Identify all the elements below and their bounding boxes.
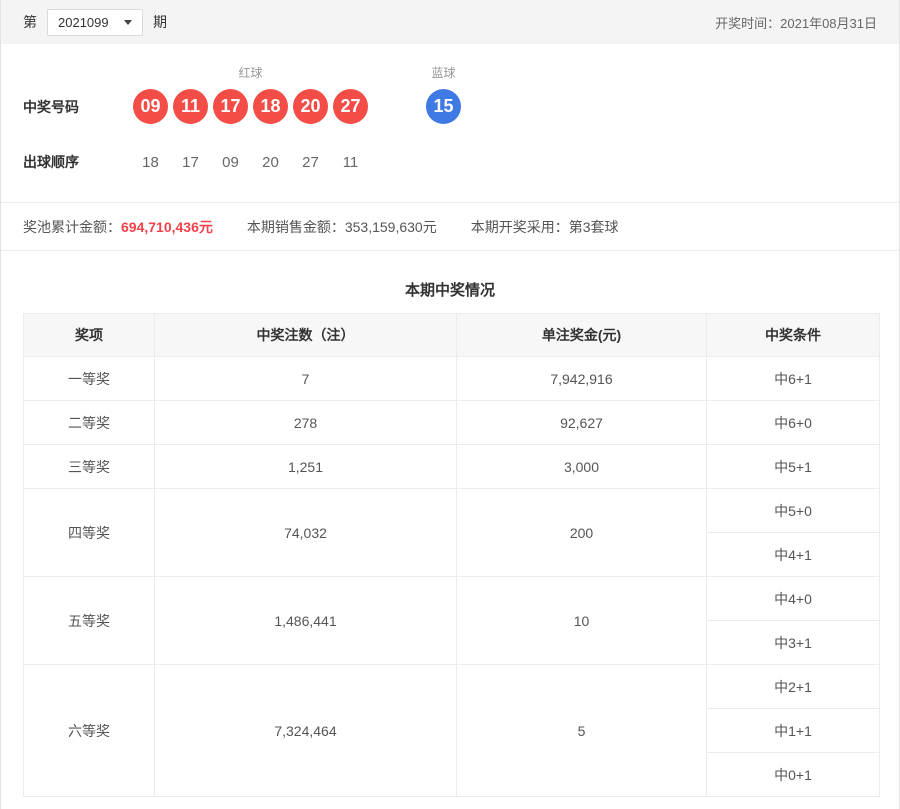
draw-order-label: 出球顺序	[23, 152, 133, 172]
count-cell: 7	[155, 357, 457, 401]
period-prefix-label: 第	[23, 12, 37, 32]
condition-cell: 中4+1	[707, 533, 880, 577]
draw-order-number: 17	[173, 154, 208, 171]
red-ball: 18	[253, 89, 288, 124]
count-cell: 278	[155, 401, 457, 445]
draw-order-number: 09	[213, 154, 248, 171]
amount-cell: 200	[457, 489, 707, 577]
sales-value: 353,159,630元	[345, 219, 437, 235]
draw-order-number: 11	[333, 154, 368, 171]
blue-ball: 15	[426, 89, 461, 124]
red-ball-group-label: 红球	[133, 64, 368, 81]
jackpot-value: 694,710,436元	[121, 219, 213, 235]
jackpot-item: 奖池累计金额：694,710,436元	[23, 217, 213, 237]
red-ball: 27	[333, 89, 368, 124]
prize-table-header-cell: 单注奖金(元)	[457, 314, 707, 357]
condition-cell: 中5+0	[707, 489, 880, 533]
period-suffix-label: 期	[153, 12, 167, 32]
table-row: 四等奖74,032200中5+0	[24, 489, 880, 533]
ballset-label: 本期开奖采用：	[471, 219, 569, 235]
prize-table: 奖项中奖注数（注）单注奖金(元)中奖条件 一等奖77,942,916中6+1二等…	[23, 313, 880, 797]
prize-cell: 二等奖	[24, 401, 155, 445]
draw-order-number: 27	[293, 154, 328, 171]
prize-table-section: 本期中奖情况 奖项中奖注数（注）单注奖金(元)中奖条件 一等奖77,942,91…	[1, 251, 899, 809]
count-cell: 1,251	[155, 445, 457, 489]
condition-cell: 中2+1	[707, 665, 880, 709]
table-row: 一等奖77,942,916中6+1	[24, 357, 880, 401]
prize-table-head: 奖项中奖注数（注）单注奖金(元)中奖条件	[24, 314, 880, 357]
period-bar: 第 2021099 期 开奖时间：2021年08月31日	[1, 0, 899, 44]
ballset-value: 第3套球	[569, 219, 619, 235]
draw-time-label: 开奖时间：	[715, 16, 780, 31]
winning-numbers-label: 中奖号码	[23, 97, 133, 117]
condition-cell: 中6+1	[707, 357, 880, 401]
prize-pool-bar: 奖池累计金额：694,710,436元 本期销售金额：353,159,630元 …	[1, 203, 899, 250]
prize-table-header-cell: 奖项	[24, 314, 155, 357]
amount-cell: 7,942,916	[457, 357, 707, 401]
count-cell: 1,486,441	[155, 577, 457, 665]
sales-label: 本期销售金额：	[247, 219, 345, 235]
red-ball: 20	[293, 89, 328, 124]
table-row: 五等奖1,486,44110中4+0	[24, 577, 880, 621]
prize-cell: 六等奖	[24, 665, 155, 797]
condition-cell: 中6+0	[707, 401, 880, 445]
winning-numbers-section: 红球 蓝球 中奖号码 091117182027 15 出球顺序 18170920…	[1, 44, 899, 202]
blue-ball-slot: 15	[426, 89, 461, 124]
draw-order-number: 20	[253, 154, 288, 171]
prize-table-title: 本期中奖情况	[23, 279, 877, 300]
amount-cell: 3,000	[457, 445, 707, 489]
condition-cell: 中4+0	[707, 577, 880, 621]
amount-cell: 92,627	[457, 401, 707, 445]
condition-cell: 中1+1	[707, 709, 880, 753]
draw-order-number: 18	[133, 154, 168, 171]
prize-cell: 一等奖	[24, 357, 155, 401]
draw-order-numbers: 18 17 09 20 27 11	[133, 154, 373, 171]
draw-time: 开奖时间：2021年08月31日	[715, 13, 877, 32]
table-row: 六等奖7,324,4645中2+1	[24, 665, 880, 709]
red-ball: 17	[213, 89, 248, 124]
condition-cell: 中5+1	[707, 445, 880, 489]
prize-cell: 四等奖	[24, 489, 155, 577]
prize-table-header-cell: 中奖条件	[707, 314, 880, 357]
condition-cell: 中3+1	[707, 621, 880, 665]
condition-cell: 中0+1	[707, 753, 880, 797]
ballset-item: 本期开奖采用：第3套球	[471, 217, 619, 237]
amount-cell: 10	[457, 577, 707, 665]
count-cell: 7,324,464	[155, 665, 457, 797]
red-ball: 09	[133, 89, 168, 124]
chevron-down-icon	[124, 20, 132, 25]
prize-cell: 三等奖	[24, 445, 155, 489]
red-balls: 091117182027	[133, 89, 368, 124]
prize-cell: 五等奖	[24, 577, 155, 665]
sales-item: 本期销售金额：353,159,630元	[247, 217, 437, 237]
table-row: 三等奖1,2513,000中5+1	[24, 445, 880, 489]
period-select[interactable]: 2021099	[47, 9, 143, 36]
count-cell: 74,032	[155, 489, 457, 577]
jackpot-label: 奖池累计金额：	[23, 219, 121, 235]
table-row: 二等奖27892,627中6+0	[24, 401, 880, 445]
period-select-value: 2021099	[58, 15, 109, 30]
draw-time-value: 2021年08月31日	[780, 16, 877, 31]
red-ball: 11	[173, 89, 208, 124]
prize-table-header-cell: 中奖注数（注）	[155, 314, 457, 357]
blue-ball-group-label: 蓝球	[426, 64, 461, 81]
lottery-results-page: 第 2021099 期 开奖时间：2021年08月31日 红球 蓝球 中奖号码 …	[0, 0, 900, 809]
prize-table-body: 一等奖77,942,916中6+1二等奖27892,627中6+0三等奖1,25…	[24, 357, 880, 797]
amount-cell: 5	[457, 665, 707, 797]
